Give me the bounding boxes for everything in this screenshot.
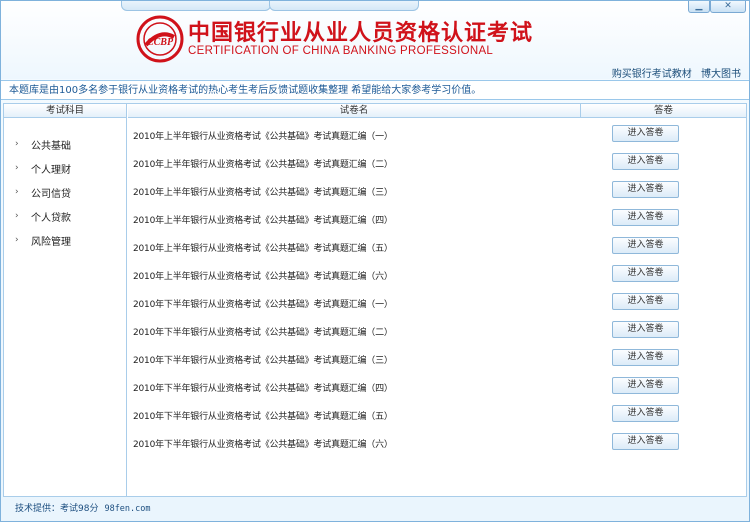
subject-sidebar: 考试科目 › 公共基础 › 个人理财 › 公司信贷 › 个人贷款 › 风险管理 — [4, 104, 127, 496]
sidebar-item-label: 公司信贷 — [31, 188, 71, 200]
chevron-right-icon: › — [15, 235, 19, 245]
subject-list: › 公共基础 › 个人理财 › 公司信贷 › 个人贷款 › 风险管理 — [4, 132, 127, 252]
sidebar-item[interactable]: › 个人贷款 — [4, 204, 127, 228]
sidebar-item[interactable]: › 个人理财 — [4, 156, 127, 180]
app-subtitle: CERTIFICATION OF CHINA BANKING PROFESSIO… — [188, 45, 494, 57]
footer-label: 技术提供：考试98分 — [15, 504, 99, 514]
table-row: 2010年下半年银行从业资格考试《公共基础》考试真题汇编（六） 进入答卷 — [128, 429, 746, 457]
ccbp-logo: CCBP — [136, 15, 184, 63]
chevron-right-icon: › — [15, 211, 19, 221]
enter-answer-button[interactable]: 进入答卷 — [612, 209, 679, 226]
enter-answer-button[interactable]: 进入答卷 — [612, 377, 679, 394]
paper-title: 2010年下半年银行从业资格考试《公共基础》考试真题汇编（五） — [133, 411, 393, 422]
enter-answer-button[interactable]: 进入答卷 — [612, 405, 679, 422]
enter-answer-button[interactable]: 进入答卷 — [612, 125, 679, 142]
paper-column-header: 试卷名 — [128, 104, 581, 118]
table-row: 2010年上半年银行从业资格考试《公共基础》考试真题汇编（三） 进入答卷 — [128, 177, 746, 205]
enter-answer-button[interactable]: 进入答卷 — [612, 265, 679, 282]
sidebar-item-label: 个人贷款 — [31, 212, 71, 224]
table-row: 2010年下半年银行从业资格考试《公共基础》考试真题汇编（四） 进入答卷 — [128, 373, 746, 401]
enter-answer-button[interactable]: 进入答卷 — [612, 153, 679, 170]
footer-url[interactable]: 98fen.com — [104, 504, 150, 514]
chevron-right-icon: › — [15, 187, 19, 197]
app-window: ▁ ✕ CCBP 中国银行业从业人员资格认证考试 CERTIFICATION O… — [0, 0, 750, 522]
sidebar-item-label: 风险管理 — [31, 236, 71, 248]
enter-answer-button[interactable]: 进入答卷 — [612, 293, 679, 310]
sidebar-item[interactable]: › 公司信贷 — [4, 180, 127, 204]
paper-title: 2010年上半年银行从业资格考试《公共基础》考试真题汇编（二） — [133, 159, 393, 170]
paper-rows: 2010年上半年银行从业资格考试《公共基础》考试真题汇编（一） 进入答卷 2010年… — [128, 121, 746, 457]
header: ▁ ✕ CCBP 中国银行业从业人员资格认证考试 CERTIFICATION O… — [1, 1, 749, 80]
subject-column-header: 考试科目 — [4, 104, 126, 118]
table-row: 2010年上半年银行从业资格考试《公共基础》考试真题汇编（五） 进入答卷 — [128, 233, 746, 261]
table-row: 2010年下半年银行从业资格考试《公共基础》考试真题汇编（一） 进入答卷 — [128, 289, 746, 317]
paper-table: 试卷名 答卷 2010年上半年银行从业资格考试《公共基础》考试真题汇编（一） 进入… — [128, 104, 746, 496]
paper-title: 2010年上半年银行从业资格考试《公共基础》考试真题汇编（三） — [133, 187, 393, 198]
table-row: 2010年下半年银行从业资格考试《公共基础》考试真题汇编（二） 进入答卷 — [128, 317, 746, 345]
chevron-right-icon: › — [15, 163, 19, 173]
enter-answer-button[interactable]: 进入答卷 — [612, 181, 679, 198]
paper-title: 2010年下半年银行从业资格考试《公共基础》考试真题汇编（四） — [133, 383, 393, 394]
enter-answer-button[interactable]: 进入答卷 — [612, 349, 679, 366]
sidebar-item[interactable]: › 风险管理 — [4, 228, 127, 252]
chevron-right-icon: › — [15, 139, 19, 149]
table-row: 2010年上半年银行从业资格考试《公共基础》考试真题汇编（四） 进入答卷 — [128, 205, 746, 233]
paper-title: 2010年下半年银行从业资格考试《公共基础》考试真题汇编（二） — [133, 327, 393, 338]
logo-text: CCBP — [147, 37, 174, 48]
titlebar-tab — [121, 1, 271, 11]
paper-title: 2010年上半年银行从业资格考试《公共基础》考试真题汇编（一） — [133, 131, 393, 142]
buy-books-link[interactable]: 购买银行考试教材 — [612, 69, 692, 80]
table-row: 2010年下半年银行从业资格考试《公共基础》考试真题汇编（三） 进入答卷 — [128, 345, 746, 373]
titlebar-tab — [269, 1, 419, 11]
minimize-button[interactable]: ▁ — [688, 1, 710, 13]
enter-answer-button[interactable]: 进入答卷 — [612, 433, 679, 450]
footer: 技术提供：考试98分 98fen.com — [1, 498, 749, 521]
table-row: 2010年上半年银行从业资格考试《公共基础》考试真题汇编（二） 进入答卷 — [128, 149, 746, 177]
sidebar-item-label: 公共基础 — [31, 140, 71, 152]
table-row: 2010年上半年银行从业资格考试《公共基础》考试真题汇编（一） 进入答卷 — [128, 121, 746, 149]
table-row: 2010年下半年银行从业资格考试《公共基础》考试真题汇编（五） 进入答卷 — [128, 401, 746, 429]
app-title: 中国银行业从业人员资格认证考试 — [188, 21, 534, 46]
top-links: 购买银行考试教材 博大图书 — [606, 65, 741, 80]
enter-answer-button[interactable]: 进入答卷 — [612, 321, 679, 338]
sidebar-item[interactable]: › 公共基础 — [4, 132, 127, 156]
main-panel: 考试科目 › 公共基础 › 个人理财 › 公司信贷 › 个人贷款 › 风险管理 试卷名 答卷 20… — [3, 103, 747, 497]
paper-title: 2010年上半年银行从业资格考试《公共基础》考试真题汇编（四） — [133, 215, 393, 226]
table-row: 2010年上半年银行从业资格考试《公共基础》考试真题汇编（六） 进入答卷 — [128, 261, 746, 289]
paper-title: 2010年下半年银行从业资格考试《公共基础》考试真题汇编（一） — [133, 299, 393, 310]
close-icon: ✕ — [724, 1, 732, 11]
notice-bar: 本题库是由100多名参于银行从业资格考试的热心考生考后反馈试题收集整理 希望能给… — [1, 80, 749, 100]
close-button[interactable]: ✕ — [710, 1, 746, 13]
paper-title: 2010年下半年银行从业资格考试《公共基础》考试真题汇编（三） — [133, 355, 393, 366]
paper-title: 2010年上半年银行从业资格考试《公共基础》考试真题汇编（六） — [133, 271, 393, 282]
enter-answer-button[interactable]: 进入答卷 — [612, 237, 679, 254]
paper-title: 2010年上半年银行从业资格考试《公共基础》考试真题汇编（五） — [133, 243, 393, 254]
sidebar-item-label: 个人理财 — [31, 164, 71, 176]
minimize-icon: ▁ — [695, 1, 703, 11]
boda-books-link[interactable]: 博大图书 — [701, 69, 741, 80]
paper-title: 2010年下半年银行从业资格考试《公共基础》考试真题汇编（六） — [133, 439, 393, 450]
answer-column-header: 答卷 — [581, 104, 746, 118]
